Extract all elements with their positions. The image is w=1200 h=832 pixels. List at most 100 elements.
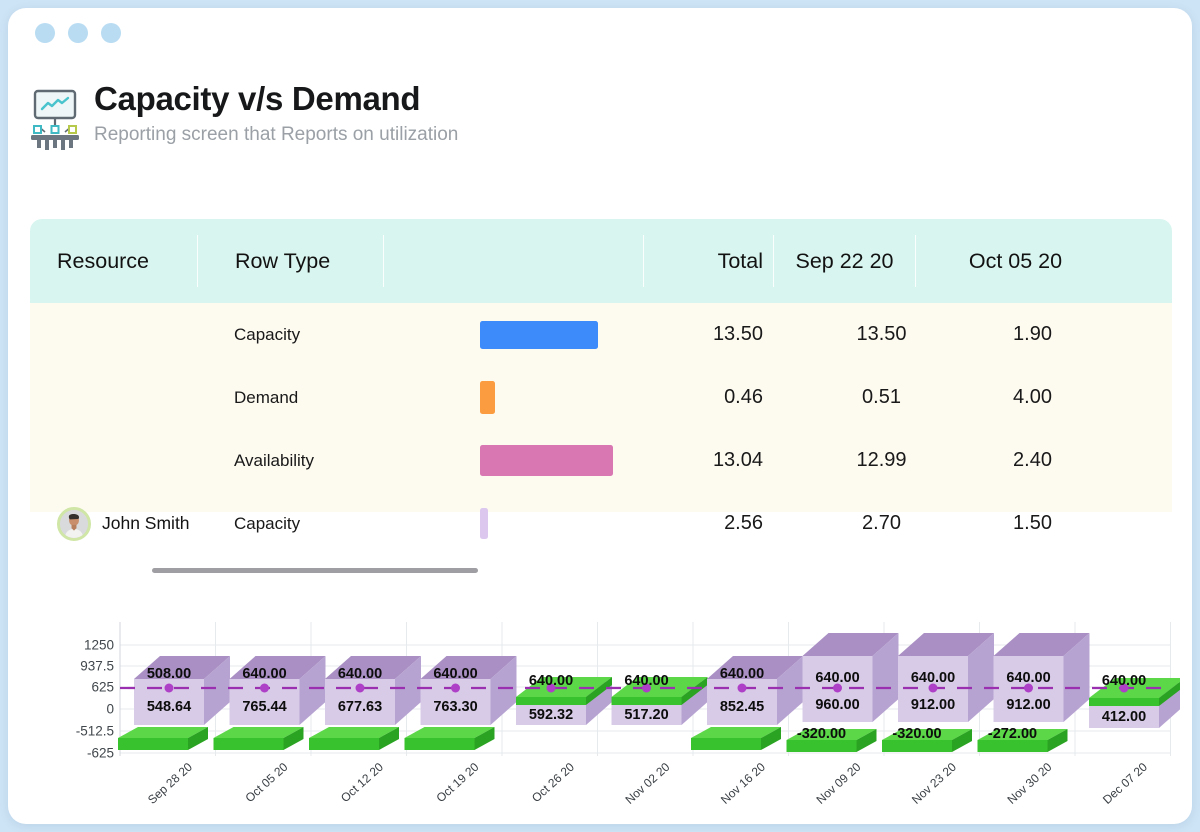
table-body: Capacity13.5013.501.90Demand0.460.514.00…	[30, 303, 1172, 555]
demand-value-label: 548.64	[147, 699, 191, 715]
app-window: Capacity v/s Demand Reporting screen tha…	[8, 8, 1192, 824]
value-cell-total: 2.56	[643, 512, 773, 535]
window-control-dot[interactable]	[68, 23, 88, 43]
x-axis-label: Oct 05 20	[242, 760, 290, 805]
capacity-line-dot	[356, 684, 365, 693]
value-cell-total: 13.50	[643, 323, 773, 346]
demand-value-label: 765.44	[242, 699, 286, 715]
demand-value-label: 960.00	[815, 697, 859, 713]
table-row[interactable]: John Smith Capacity 2.562.701.50	[30, 492, 1172, 555]
capacity-value-label: 640.00	[433, 666, 477, 682]
demand-value-label: 412.00	[1102, 709, 1146, 725]
x-axis-label: Oct 26 20	[529, 760, 577, 805]
capacity-value-label: 640.00	[1006, 670, 1050, 686]
x-axis-label: Nov 02 20	[622, 760, 672, 807]
demand-value-label: 912.00	[911, 697, 955, 713]
svg-text:1250: 1250	[84, 638, 114, 653]
capacity-line-dot	[165, 684, 174, 693]
column-header: Row Type	[197, 235, 383, 287]
capacity-value-label: 640.00	[624, 673, 668, 689]
capacity-value-label: 640.00	[911, 670, 955, 686]
window-controls	[35, 23, 121, 43]
table-header-row: ResourceRow Type TotalSep 22 20Oct 05 20	[30, 219, 1172, 303]
window-control-dot[interactable]	[35, 23, 55, 43]
capacity-table: ResourceRow TypeTotalSep 22 20Oct 05 20 …	[30, 219, 1172, 555]
x-axis-label: Nov 16 20	[718, 760, 768, 807]
window-control-dot[interactable]	[101, 23, 121, 43]
presentation-chart-icon	[28, 88, 82, 150]
capacity-bar	[480, 321, 598, 349]
demand-value-label: 912.00	[1006, 697, 1050, 713]
avatar	[57, 507, 91, 541]
value-cell-oct: 1.50	[915, 512, 1115, 535]
demand-value-label: 517.20	[624, 707, 668, 723]
svg-text:-512.5: -512.5	[76, 724, 114, 739]
table-row[interactable]: Demand 0.460.514.00	[30, 366, 1172, 429]
column-header: Resource	[30, 235, 197, 287]
value-cell-sep: 0.51	[773, 386, 915, 409]
demand-value-label: 763.30	[433, 699, 477, 715]
capacity-value-label: 640.00	[242, 666, 286, 682]
row-type-label: Capacity	[197, 325, 383, 345]
avatar-image	[60, 510, 88, 538]
svg-text:0: 0	[106, 702, 114, 717]
table-row[interactable]: Capacity13.5013.501.90	[30, 303, 1172, 366]
capacity-value-label: 640.00	[529, 673, 573, 689]
capacity-value-label: 640.00	[720, 666, 764, 682]
horizontal-scrollbar[interactable]	[152, 568, 478, 573]
value-cell-oct: 1.90	[915, 323, 1115, 346]
x-axis-label: Oct 19 20	[433, 760, 481, 805]
availability-bar	[480, 445, 613, 476]
row-type-label: Capacity	[197, 514, 383, 534]
column-header	[383, 235, 643, 287]
capacity-demand-chart: 1250 937.5 625 0 -512.5 -625 508.00 548.64 Sep 2…	[30, 616, 1180, 824]
capacity-line-dot	[260, 684, 269, 693]
row-type-label: Demand	[197, 388, 383, 408]
column-header: Sep 22 20	[773, 235, 915, 287]
capacity-value-label: 508.00	[147, 666, 191, 682]
svg-text:-625: -625	[87, 746, 114, 761]
row-bar-cell	[383, 381, 643, 414]
row-type-label: Availability	[197, 451, 383, 471]
page-title: Capacity v/s Demand	[94, 80, 458, 118]
x-axis-label: Nov 09 20	[813, 760, 863, 807]
column-header: Total	[643, 235, 773, 287]
column-header: Oct 05 20	[915, 235, 1115, 287]
value-cell-sep: 12.99	[773, 449, 915, 472]
value-cell-sep: 2.70	[773, 512, 915, 535]
resource-cell: John Smith	[30, 507, 197, 541]
demand-value-label: 852.45	[720, 699, 764, 715]
x-axis-label: Dec 07 20	[1100, 760, 1150, 807]
availability-value-label: -320.00	[797, 726, 846, 742]
page-subtitle: Reporting screen that Reports on utiliza…	[94, 124, 458, 146]
value-cell-oct: 4.00	[915, 386, 1115, 409]
capacity-line-dot	[451, 684, 460, 693]
value-cell-sep: 13.50	[773, 323, 915, 346]
demand-bar	[480, 381, 495, 414]
availability-value-label: -272.00	[988, 726, 1037, 742]
value-cell-oct: 2.40	[915, 449, 1115, 472]
demand-value-label: 677.63	[338, 699, 382, 715]
resource-name: John Smith	[102, 513, 190, 534]
x-axis-label: Nov 23 20	[909, 760, 959, 807]
report-header: Capacity v/s Demand Reporting screen tha…	[28, 80, 458, 150]
demand-value-label: 592.32	[529, 707, 573, 723]
x-axis-label: Nov 30 20	[1004, 760, 1054, 807]
table-row[interactable]: Availability 13.0412.992.40	[30, 429, 1172, 492]
capacity-value-label: 640.00	[338, 666, 382, 682]
value-cell-total: 13.04	[643, 449, 773, 472]
availability-value-label: -320.00	[892, 726, 941, 742]
x-axis-label: Oct 12 20	[338, 760, 386, 805]
capacity-line-dot	[738, 684, 747, 693]
capacity-bar	[480, 508, 488, 539]
row-bar-cell	[383, 321, 643, 349]
row-bar-cell	[383, 508, 643, 539]
capacity-value-label: 640.00	[1102, 673, 1146, 689]
capacity-value-label: 640.00	[815, 670, 859, 686]
page-background: Capacity v/s Demand Reporting screen tha…	[0, 0, 1200, 832]
svg-text:937.5: 937.5	[80, 659, 114, 674]
svg-text:625: 625	[91, 680, 114, 695]
row-bar-cell	[383, 445, 643, 476]
x-axis-label: Sep 28 20	[145, 760, 195, 807]
value-cell-total: 0.46	[643, 386, 773, 409]
